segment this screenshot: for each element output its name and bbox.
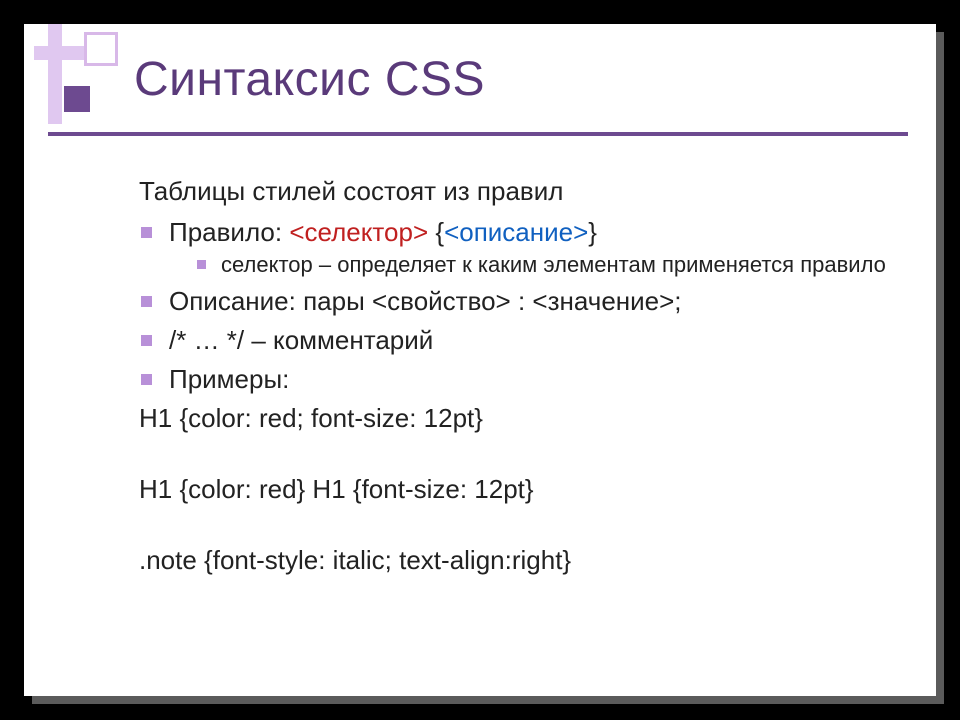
slide-title: Синтаксис CSS xyxy=(134,52,485,107)
rule-description: <описание> xyxy=(444,217,588,247)
intro-text: Таблицы стилей состоят из правил xyxy=(139,174,896,209)
examples-block: H1 {color: red; font-size: 12pt} H1 {col… xyxy=(139,401,896,578)
title-area: Синтаксис CSS xyxy=(24,24,936,154)
bullet-description: Описание: пары <свойство> : <значение>; xyxy=(139,284,896,319)
decor-square-outline xyxy=(84,32,118,66)
slide-body: Таблицы стилей состоят из правил Правило… xyxy=(139,174,896,582)
slide: Синтаксис CSS Таблицы стилей состоят из … xyxy=(24,24,936,696)
sub-bullet-list: селектор – определяет к каким элементам … xyxy=(197,250,896,280)
rule-label: Правило: xyxy=(169,217,289,247)
bullet-rule: Правило: <селектор> {<описание>} селекто… xyxy=(139,215,896,280)
rule-selector: <селектор> xyxy=(289,217,428,247)
title-underline xyxy=(48,132,908,136)
example-3: .note {font-style: italic; text-align:ri… xyxy=(139,543,896,578)
rule-brace-open: { xyxy=(428,217,444,247)
rule-brace-close: } xyxy=(588,217,597,247)
bullet-comment: /* … */ – комментарий xyxy=(139,323,896,358)
decor-square-solid xyxy=(64,86,90,112)
example-2: H1 {color: red} H1 {font-size: 12pt} xyxy=(139,472,896,507)
sub-bullet-selector: селектор – определяет к каким элементам … xyxy=(197,250,896,280)
bullet-examples: Примеры: xyxy=(139,362,896,397)
bullet-list: Правило: <селектор> {<описание>} селекто… xyxy=(139,215,896,397)
decor-bar-vertical xyxy=(48,24,62,124)
example-1: H1 {color: red; font-size: 12pt} xyxy=(139,401,896,436)
